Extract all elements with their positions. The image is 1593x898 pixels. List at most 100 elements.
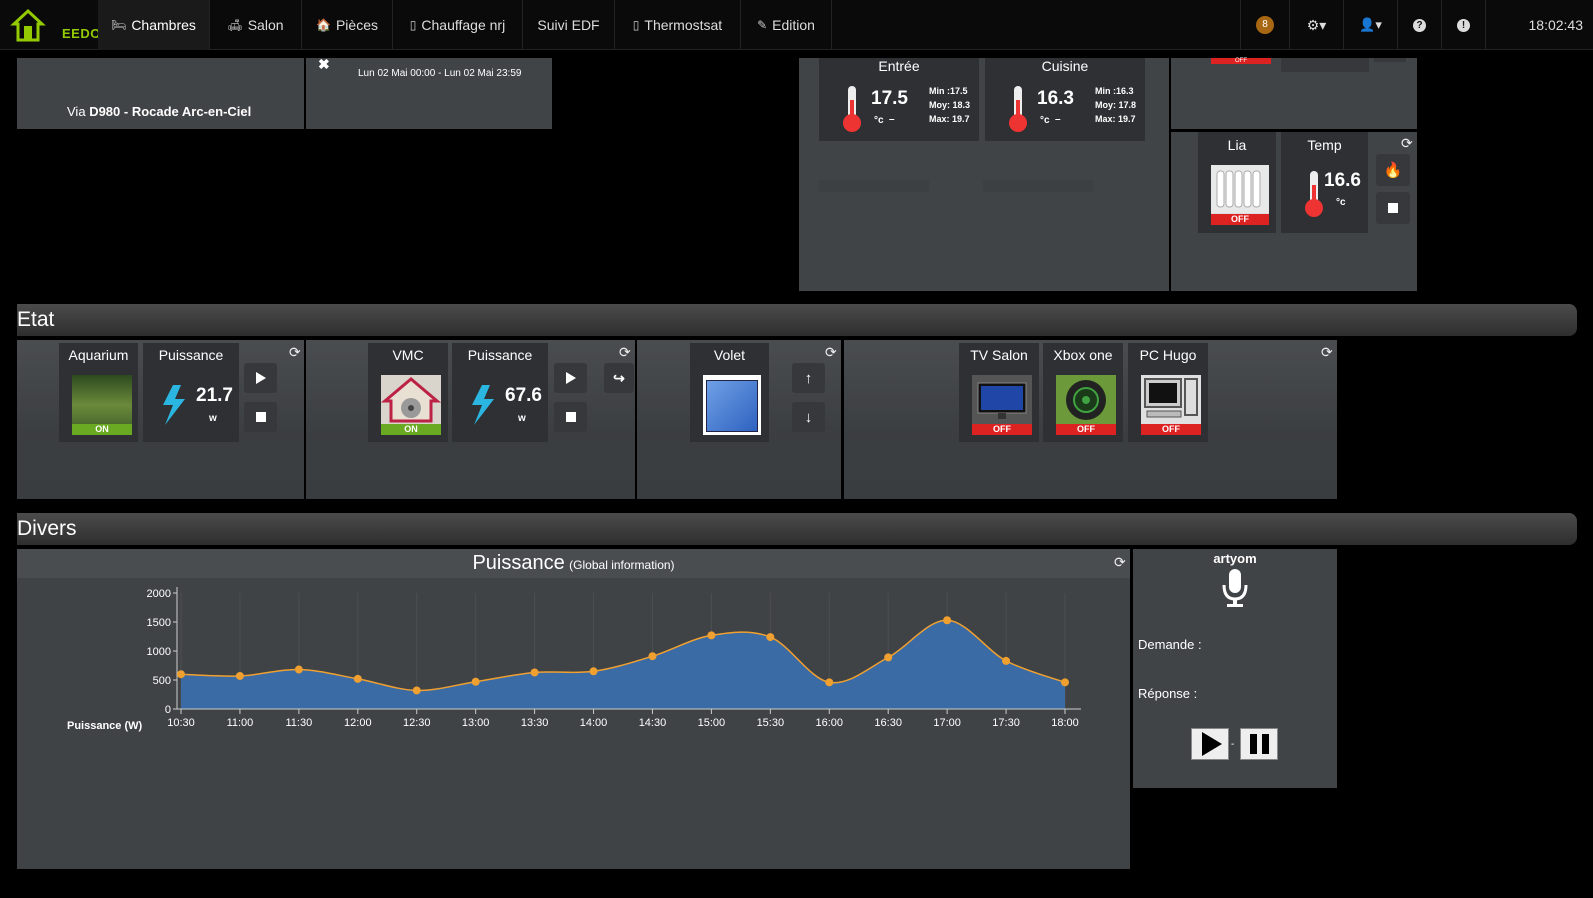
reponse-label: Réponse : bbox=[1138, 686, 1198, 701]
power-value: 67.6 bbox=[505, 385, 542, 406]
shutter-up-button[interactable]: ↑ bbox=[792, 363, 825, 393]
data-point bbox=[707, 631, 716, 640]
vmc-tile: VMC ON bbox=[368, 343, 448, 442]
temp-tile-cuisine: Cuisine 16.3 °c – Min :16.3 Moy: 17.8 Ma… bbox=[985, 58, 1145, 141]
user-menu-button[interactable]: 👤▾ bbox=[1344, 0, 1398, 50]
voice-play-button[interactable] bbox=[1191, 728, 1229, 760]
nav-pieces[interactable]: 🏠 Pièces bbox=[302, 0, 393, 50]
thermometer-icon bbox=[843, 86, 861, 132]
temp-min: Min :16.3 bbox=[1095, 86, 1134, 96]
y-tick-label: 1000 bbox=[147, 646, 171, 658]
legend-series-name: Puissance (W) bbox=[67, 720, 143, 732]
flame-icon: 🔥 bbox=[1383, 162, 1403, 179]
lightning-icon bbox=[163, 385, 185, 425]
nav-label: Chambres bbox=[131, 17, 196, 33]
refresh-icon[interactable]: ⟳ bbox=[619, 344, 631, 361]
section-title: Etat bbox=[17, 308, 55, 331]
aquarium-image: ON bbox=[72, 375, 132, 435]
aquarium-widget: ⟳ Aquarium ON Puissance 21.7 w bbox=[17, 340, 304, 499]
nav-salon[interactable]: 🛋 Salon bbox=[210, 0, 302, 50]
chart-title-row: Puissance (Global information) bbox=[17, 552, 1130, 575]
voice-pause-button[interactable] bbox=[1240, 728, 1278, 760]
traffic-route: Via D980 - Rocade Arc-en-Ciel bbox=[67, 104, 251, 119]
clock: 18:02:43 bbox=[1528, 17, 1584, 33]
jeedom-logo[interactable]: EEDOM bbox=[10, 8, 112, 44]
temp-label: Temp bbox=[1307, 137, 1342, 153]
play-button[interactable] bbox=[244, 363, 277, 393]
stop-icon bbox=[255, 412, 266, 422]
state-off: OFF bbox=[1211, 214, 1269, 225]
power-unit: w bbox=[209, 413, 217, 424]
nav-chambres[interactable]: 🛏 Chambres bbox=[98, 0, 210, 50]
temp-max: Max: 19.7 bbox=[929, 114, 970, 124]
house-logo-icon bbox=[10, 8, 46, 42]
radiator-label: Lia bbox=[1227, 137, 1247, 153]
stop-button[interactable] bbox=[1376, 192, 1410, 224]
data-point bbox=[1002, 656, 1011, 665]
power-chart-widget: Puissance (Global information) ⟳ 0 500 100… bbox=[17, 549, 1130, 869]
nav-chauffage-nrj[interactable]: ▯ Chauffage nrj bbox=[393, 0, 523, 50]
arrow-down-icon: ↓ bbox=[804, 408, 813, 426]
alert-button[interactable]: ! bbox=[1442, 0, 1486, 50]
xbox-icon bbox=[1066, 380, 1106, 420]
play-button[interactable] bbox=[554, 363, 587, 393]
window-icon bbox=[706, 380, 758, 432]
radiator-icon bbox=[1211, 165, 1269, 213]
temp-tile-entree: Entrée 17.5 °c – Min :17.5 Moy: 18.3 Max… bbox=[819, 58, 979, 141]
data-point bbox=[294, 665, 303, 674]
tv-image: OFF bbox=[972, 375, 1032, 435]
refresh-icon[interactable]: ⟳ bbox=[289, 344, 301, 361]
heat-mode-button[interactable]: 🔥 bbox=[1376, 154, 1410, 186]
nav-label: Pièces bbox=[335, 17, 378, 33]
gears-icon: ⚙▾ bbox=[1306, 16, 1327, 33]
data-point bbox=[884, 653, 893, 662]
nav-suivi-edf[interactable]: Suivi EDF bbox=[523, 0, 615, 50]
stop-button[interactable] bbox=[244, 402, 277, 432]
close-icon[interactable]: ✖ bbox=[318, 56, 330, 73]
data-point bbox=[530, 668, 539, 677]
chart-subtitle: (Global information) bbox=[569, 558, 675, 572]
nav-edition[interactable]: ✎ Edition bbox=[741, 0, 832, 50]
tv-icon bbox=[977, 382, 1027, 419]
computer-icon bbox=[1144, 378, 1198, 418]
stop-button[interactable] bbox=[554, 402, 587, 432]
nav-label: Edition bbox=[772, 17, 815, 33]
shutter-down-button[interactable]: ↓ bbox=[792, 402, 825, 432]
data-point bbox=[943, 616, 952, 625]
traffic-widget: Via D980 - Rocade Arc-en-Ciel bbox=[17, 58, 304, 129]
power-tile: Puissance 21.7 w bbox=[143, 343, 239, 442]
refresh-icon[interactable]: ⟳ bbox=[825, 344, 837, 361]
refresh-icon[interactable]: ⟳ bbox=[1401, 135, 1413, 152]
device-tile-tv: TV Salon OFF bbox=[959, 343, 1039, 442]
faded-bar bbox=[983, 180, 1093, 192]
x-tick-label: 12:30 bbox=[403, 717, 431, 729]
state-on: ON bbox=[72, 424, 132, 435]
microphone-icon[interactable] bbox=[1219, 567, 1251, 609]
stop-icon bbox=[1388, 203, 1398, 213]
chart-title: Puissance bbox=[472, 552, 565, 574]
state-off: OFF bbox=[972, 424, 1032, 435]
settings-menu-button[interactable]: ⚙▾ bbox=[1290, 0, 1344, 50]
x-tick-label: 11:30 bbox=[286, 717, 313, 729]
nav-label: Thermostsat bbox=[644, 17, 723, 33]
device-tile-pc: PC Hugo OFF bbox=[1128, 343, 1208, 442]
play-icon bbox=[1202, 732, 1222, 756]
refresh-icon[interactable]: ⟳ bbox=[1321, 344, 1333, 361]
power-label: Puissance bbox=[467, 347, 533, 363]
power-value: 21.7 bbox=[196, 385, 233, 406]
help-button[interactable]: ? bbox=[1398, 0, 1442, 50]
x-tick-label: 16:00 bbox=[816, 717, 844, 729]
refresh-icon[interactable]: ⟳ bbox=[1114, 554, 1126, 571]
nav-thermostat[interactable]: ▯ Thermostsat bbox=[615, 0, 741, 50]
notifications-button[interactable]: 8 bbox=[1240, 0, 1290, 50]
x-tick-label: 12:00 bbox=[344, 717, 372, 729]
section-divers: Divers bbox=[17, 513, 1577, 545]
forward-button[interactable]: ↪ bbox=[604, 363, 634, 393]
top-right-widget: OFF bbox=[1171, 58, 1417, 129]
pencil-icon: ✎ bbox=[757, 18, 768, 32]
temp-label: Entrée bbox=[878, 58, 920, 74]
house-fan-icon bbox=[380, 377, 442, 423]
nav-label: Chauffage nrj bbox=[421, 17, 506, 33]
temperatures-widget: Entrée 17.5 °c – Min :17.5 Moy: 18.3 Max… bbox=[799, 58, 1169, 291]
traffic-road: D980 - Rocade Arc-en-Ciel bbox=[89, 104, 252, 119]
